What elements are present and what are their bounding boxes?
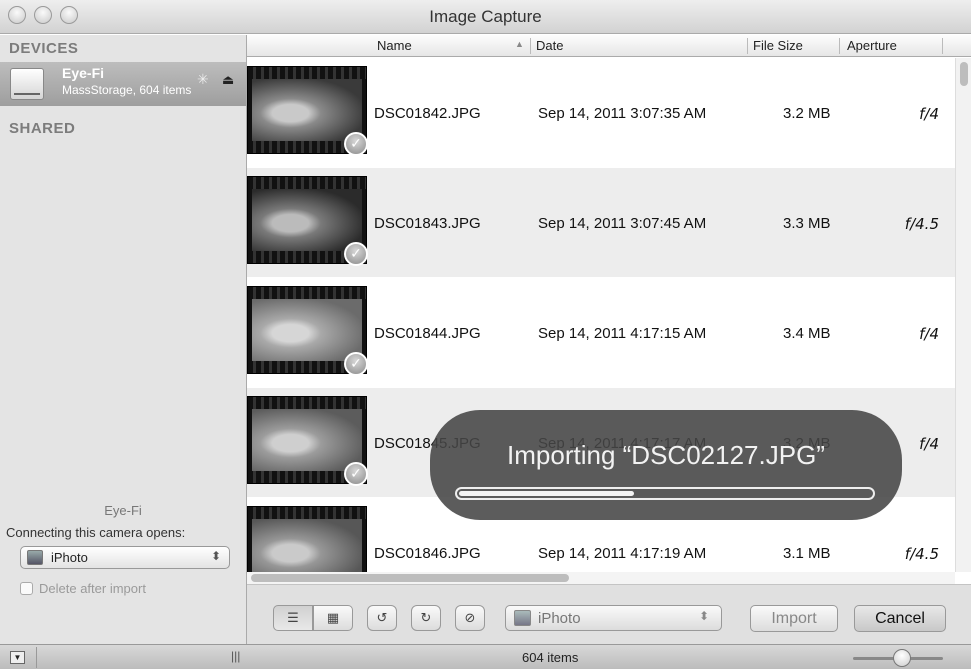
photo-image <box>252 79 362 141</box>
imported-checkmark-icon: ✓ <box>344 462 368 486</box>
column-header-aperture[interactable]: Aperture <box>847 38 897 53</box>
no-entry-icon: ⊘ <box>464 610 476 625</box>
file-name: DSC01843.JPG <box>374 215 481 232</box>
table-row[interactable]: ✓ DSC01842.JPG Sep 14, 2011 3:07:35 AM 3.2 … <box>247 58 955 167</box>
rotate-right-button[interactable]: ↻ <box>411 605 441 631</box>
resize-grip-icon[interactable]: ||| <box>231 649 240 663</box>
vertical-scrollbar[interactable] <box>955 58 971 572</box>
file-size: 3.2 MB <box>783 105 831 122</box>
file-aperture: f/4 <box>919 325 939 343</box>
column-header-name[interactable]: Name <box>377 38 412 53</box>
column-header-date[interactable]: Date <box>536 38 563 53</box>
divider <box>36 647 37 668</box>
photo-image <box>252 189 362 251</box>
file-date: Sep 14, 2011 3:07:35 AM <box>538 105 707 122</box>
eject-icon[interactable]: ⏏ <box>222 72 234 88</box>
iphoto-icon <box>27 550 43 565</box>
connecting-label: Connecting this camera opens: <box>6 525 186 540</box>
sort-ascending-icon: ▲ <box>515 39 524 49</box>
delete-after-import-checkbox[interactable]: Delete after import <box>20 581 146 596</box>
device-settings-panel: Eye-Fi Connecting this camera opens: iPh… <box>0 495 246 644</box>
film-strip <box>248 287 366 299</box>
icon-view-button[interactable]: ▦ <box>313 605 353 631</box>
file-aperture: f/4 <box>919 105 939 123</box>
film-strip <box>248 67 366 79</box>
imported-checkmark-icon: ✓ <box>344 352 368 376</box>
checkbox-box[interactable] <box>20 582 33 595</box>
photo-image <box>252 519 362 572</box>
horizontal-scrollbar[interactable] <box>247 572 955 584</box>
memory-card-icon <box>10 68 44 100</box>
thumbnail-size-slider-knob[interactable] <box>893 649 911 667</box>
table-row[interactable]: ✓ DSC01844.JPG Sep 14, 2011 4:17:15 AM 3.4 … <box>247 278 955 387</box>
imported-checkmark-icon: ✓ <box>344 242 368 266</box>
film-strip <box>248 397 366 409</box>
table-header: Name ▲ Date File Size Aperture <box>247 35 971 57</box>
file-size: 3.3 MB <box>783 215 831 232</box>
cancel-button[interactable]: Cancel <box>854 605 946 632</box>
photo-image <box>252 299 362 361</box>
grid-view-icon: ▦ <box>326 610 340 625</box>
import-progress-bar <box>455 487 875 500</box>
file-name: DSC01842.JPG <box>374 105 481 122</box>
import-progress-message: Importing “DSC02127.JPG” <box>507 440 825 470</box>
table-row[interactable]: ✓ DSC01843.JPG Sep 14, 2011 3:07:45 AM 3.3 … <box>247 168 955 277</box>
import-to-select[interactable]: iPhoto ⬍ <box>505 605 722 631</box>
horizontal-scroll-thumb[interactable] <box>251 574 569 582</box>
file-date: Sep 14, 2011 4:17:19 AM <box>538 545 707 562</box>
photo-image <box>252 409 362 471</box>
rotate-left-button[interactable]: ↺ <box>367 605 397 631</box>
file-aperture: f/4.5 <box>904 545 939 563</box>
column-divider[interactable] <box>747 38 748 54</box>
status-bar: ▼ ||| 604 items <box>0 644 971 669</box>
title-bar: Image Capture <box>0 0 971 34</box>
file-size: 3.4 MB <box>783 325 831 342</box>
import-to-value: iPhoto <box>538 610 581 627</box>
window-title: Image Capture <box>429 7 542 26</box>
file-aperture: f/4.5 <box>904 215 939 233</box>
toolbar: ☰ ▦ ↺ ↻ ⊘ iPhoto ⬍ Import Cancel <box>247 584 971 644</box>
item-count: 604 items <box>522 650 579 665</box>
import-button[interactable]: Import <box>750 605 838 632</box>
file-size: 3.1 MB <box>783 545 831 562</box>
iphoto-icon <box>514 610 531 626</box>
opens-app-select[interactable]: iPhoto ⬍ <box>20 546 230 569</box>
file-date: Sep 14, 2011 4:17:15 AM <box>538 325 707 342</box>
settings-device-name: Eye-Fi <box>104 503 142 518</box>
sidebar: DEVICES Eye-Fi MassStorage, 604 items ✳ … <box>0 35 247 644</box>
list-view-icon: ☰ <box>287 610 299 625</box>
photo-thumbnail <box>247 506 367 572</box>
imported-checkmark-icon: ✓ <box>344 132 368 156</box>
file-aperture: f/4 <box>919 435 939 453</box>
stepper-arrows-icon: ⬍ <box>210 549 221 563</box>
stepper-arrows-icon: ⬍ <box>698 609 709 623</box>
shared-heading: SHARED <box>9 120 76 137</box>
file-name: DSC01844.JPG <box>374 325 481 342</box>
column-header-file-size[interactable]: File Size <box>753 38 803 53</box>
file-name: DSC01846.JPG <box>374 545 481 562</box>
import-progress-fill <box>459 491 634 496</box>
rotate-right-icon: ↻ <box>420 610 432 625</box>
delete-button[interactable]: ⊘ <box>455 605 485 631</box>
device-name: Eye-Fi <box>62 65 105 81</box>
rotate-left-icon: ↺ <box>376 610 388 625</box>
film-strip <box>248 177 366 189</box>
sidebar-menu-button[interactable]: ▼ <box>10 651 25 664</box>
column-divider[interactable] <box>839 38 840 54</box>
import-progress-overlay: Importing “DSC02127.JPG” <box>430 410 902 520</box>
column-divider[interactable] <box>942 38 943 54</box>
device-subtitle: MassStorage, 604 items <box>62 83 192 97</box>
vertical-scroll-thumb[interactable] <box>960 62 968 86</box>
list-view-button[interactable]: ☰ <box>273 605 313 631</box>
opens-app-value: iPhoto <box>51 550 88 565</box>
delete-after-import-label: Delete after import <box>39 581 146 596</box>
column-divider[interactable] <box>530 38 531 54</box>
file-date: Sep 14, 2011 3:07:45 AM <box>538 215 707 232</box>
loading-spinner-icon: ✳ <box>197 71 209 87</box>
devices-heading: DEVICES <box>9 40 79 57</box>
film-strip <box>248 507 366 519</box>
sidebar-item-eye-fi[interactable]: Eye-Fi MassStorage, 604 items ✳ ⏏ <box>0 62 246 106</box>
